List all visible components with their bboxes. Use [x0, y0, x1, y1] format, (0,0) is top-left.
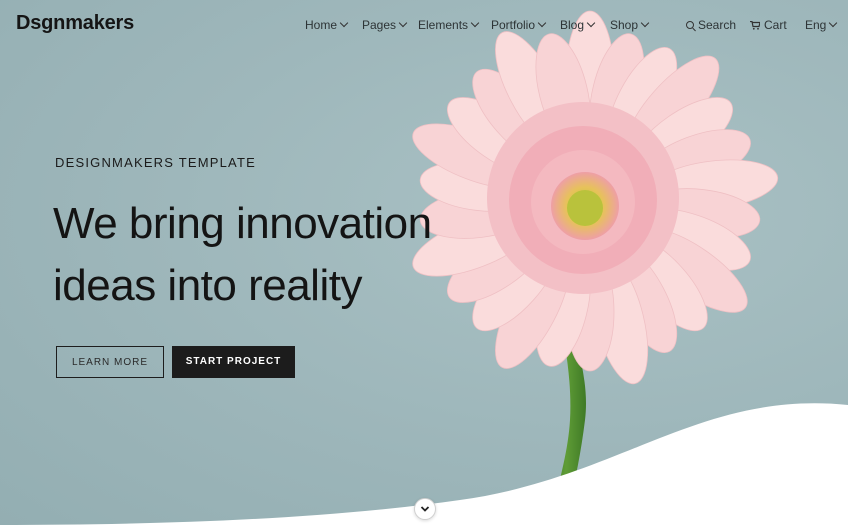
hero-headline: We bring innovation ideas into reality: [53, 193, 432, 317]
nav-item-home[interactable]: Home: [305, 18, 349, 32]
search-icon: [686, 21, 694, 29]
start-project-button[interactable]: START PROJECT: [172, 346, 295, 378]
cart-link[interactable]: Cart: [750, 18, 787, 32]
language-selector[interactable]: Eng: [805, 18, 838, 32]
nav-item-label: Portfolio: [491, 18, 536, 32]
nav-item-portfolio[interactable]: Portfolio: [491, 18, 547, 32]
hero-headline-line2: ideas into reality: [53, 261, 362, 310]
hero-headline-line1: We bring innovation: [53, 199, 432, 248]
nav-item-blog[interactable]: Blog: [560, 18, 596, 32]
chevron-down-icon: [586, 18, 596, 28]
search-label: Search: [698, 18, 737, 32]
nav-item-pages[interactable]: Pages: [362, 18, 408, 32]
language-label: Eng: [805, 18, 827, 32]
scroll-down-button[interactable]: [414, 498, 436, 520]
cart-icon: [750, 21, 760, 30]
chevron-down-icon: [470, 18, 480, 28]
cart-label: Cart: [764, 18, 787, 32]
nav-item-label: Elements: [418, 18, 469, 32]
nav-item-label: Home: [305, 18, 338, 32]
hero-section: Dsgnmakers Home Pages Elements Portfolio…: [0, 0, 848, 530]
site-header: Dsgnmakers Home Pages Elements Portfolio…: [0, 0, 848, 52]
search-link[interactable]: Search: [686, 18, 736, 32]
hero-tagline: DESIGNMAKERS TEMPLATE: [55, 155, 256, 170]
nav-item-elements[interactable]: Elements: [418, 18, 480, 32]
chevron-down-icon: [829, 18, 838, 28]
learn-more-button[interactable]: LEARN MORE: [56, 346, 164, 378]
nav-item-label: Shop: [610, 18, 639, 32]
nav-item-label: Blog: [560, 18, 585, 32]
chevron-down-icon: [339, 18, 349, 28]
nav-item-shop[interactable]: Shop: [610, 18, 650, 32]
chevron-down-icon: [398, 18, 408, 28]
chevron-down-icon: [420, 506, 430, 512]
chevron-down-icon: [640, 18, 650, 28]
nav-item-label: Pages: [362, 18, 397, 32]
main-nav: Home Pages Elements Portfolio Blog Shop …: [0, 18, 848, 36]
chevron-down-icon: [537, 18, 547, 28]
